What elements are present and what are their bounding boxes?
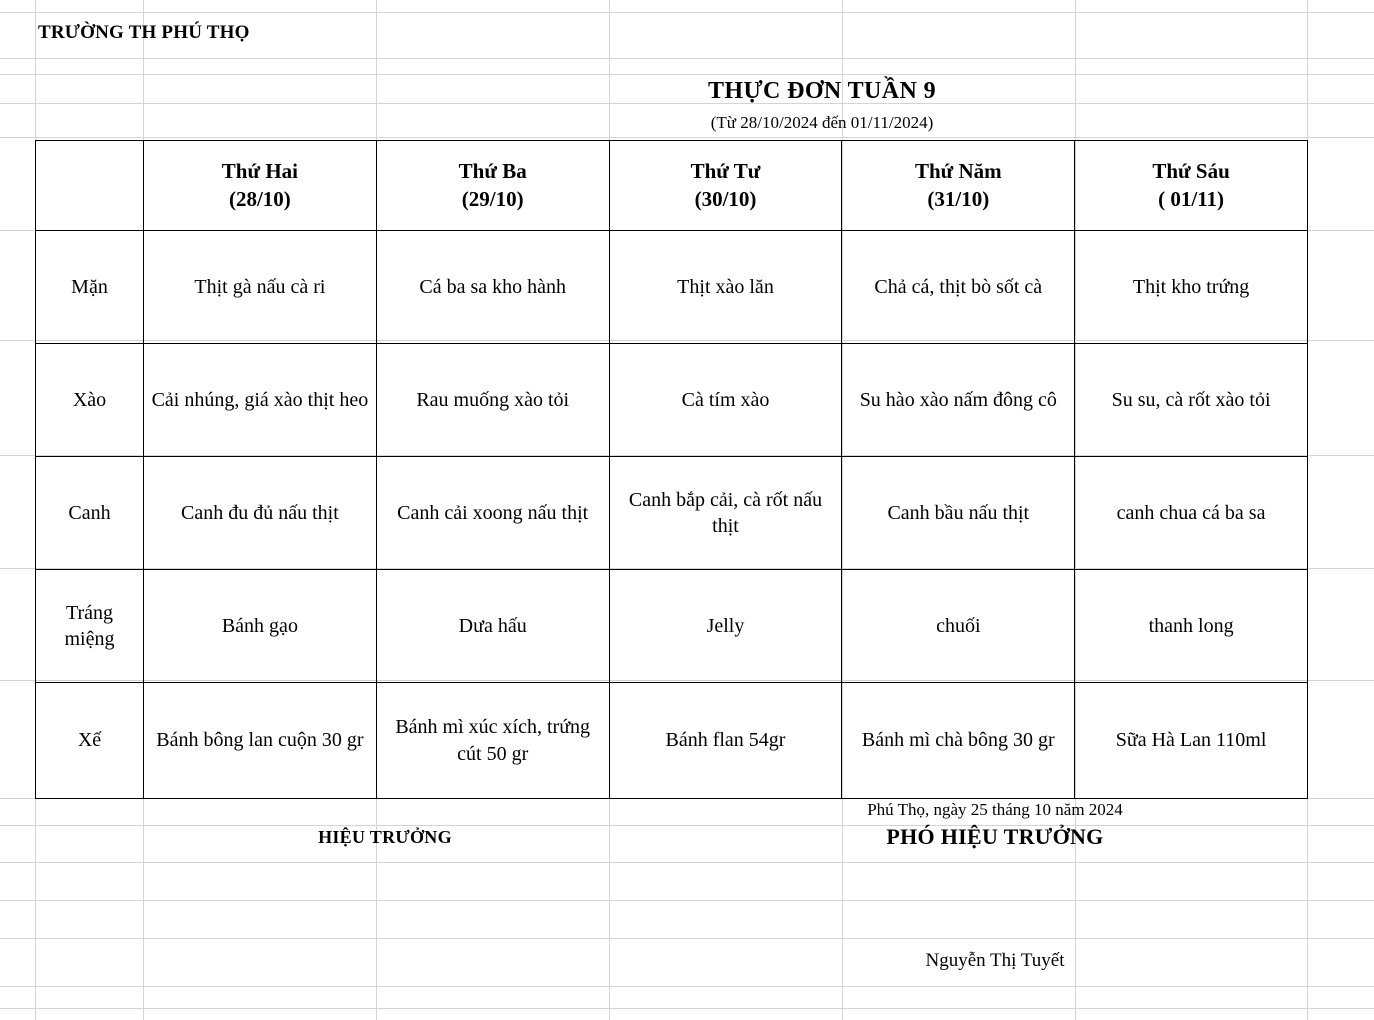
- column-header-wednesday: Thứ Tư (30/10): [608, 140, 843, 231]
- column-header-tuesday: Thứ Ba (29/10): [375, 140, 610, 231]
- menu-cell: Bánh mì chà bông 30 gr: [841, 682, 1076, 799]
- menu-cell: chuối: [841, 569, 1076, 683]
- menu-cell: Cá ba sa kho hành: [375, 230, 610, 344]
- menu-cell: Dưa hấu: [375, 569, 610, 683]
- menu-cell: Chả cá, thịt bò sốt cà: [841, 230, 1076, 344]
- vice-principal-signature-title: PHÓ HIỆU TRƯỞNG: [886, 824, 1104, 849]
- weekly-menu-table: Thứ Hai (28/10) Thứ Ba (29/10) Thứ Tư (3…: [35, 140, 1308, 799]
- signer-name-label: Nguyễn Thị Tuyết: [925, 950, 1065, 971]
- menu-cell: Sữa Hà Lan 110ml: [1074, 682, 1308, 799]
- table-row: Tráng miệng Bánh gạo Dưa hấu Jelly chuối…: [35, 569, 1308, 683]
- row-label-xe: Xế: [35, 682, 144, 799]
- principal-signature-title: HIỆU TRƯỞNG: [318, 827, 452, 847]
- menu-cell: Su su, cà rốt xào tỏi: [1074, 343, 1308, 457]
- menu-cell: Thịt xào lăn: [608, 230, 843, 344]
- column-header-date: (28/10): [228, 186, 291, 211]
- menu-cell: Cải nhúng, giá xào thịt heo: [143, 343, 377, 457]
- column-header-friday: Thứ Sáu ( 01/11): [1074, 140, 1308, 231]
- table-row: Mặn Thịt gà nấu cà ri Cá ba sa kho hành …: [35, 230, 1308, 344]
- column-header-day-name: Thứ Sáu: [1152, 158, 1230, 183]
- row-label-trang-mieng: Tráng miệng: [35, 569, 144, 683]
- menu-cell: thanh long: [1074, 569, 1308, 683]
- menu-cell: Jelly: [608, 569, 843, 683]
- row-label-man: Mặn: [35, 230, 144, 344]
- column-header-date: (29/10): [461, 186, 524, 211]
- column-header-date: ( 01/11): [1158, 186, 1225, 211]
- menu-cell: Thịt kho trứng: [1074, 230, 1308, 344]
- document-content: TRƯỜNG TH PHÚ THỌ THỰC ĐƠN TUẦN 9 (Từ 28…: [0, 0, 1374, 1020]
- menu-cell: Su hào xào nấm đông cô: [841, 343, 1076, 457]
- column-header-thursday: Thứ Năm (31/10): [841, 140, 1076, 231]
- menu-cell: Canh đu đủ nấu thịt: [143, 456, 377, 570]
- column-header-day-name: Thứ Năm: [914, 158, 1002, 183]
- column-header-monday: Thứ Hai (28/10): [143, 140, 377, 231]
- column-header-day-name: Thứ Tư: [690, 158, 761, 183]
- school-name-label: TRƯỜNG TH PHÚ THỌ: [38, 22, 250, 43]
- menu-cell: Cà tím xào: [608, 343, 843, 457]
- page-subtitle-date-range: (Từ 28/10/2024 đến 01/11/2024): [710, 113, 934, 132]
- table-header-row: Thứ Hai (28/10) Thứ Ba (29/10) Thứ Tư (3…: [35, 140, 1308, 231]
- column-header-day-name: Thứ Hai: [221, 158, 298, 183]
- menu-cell: Bánh bông lan cuộn 30 gr: [143, 682, 377, 799]
- menu-cell: canh chua cá ba sa: [1074, 456, 1308, 570]
- column-header-date: (31/10): [927, 186, 990, 211]
- menu-table-body: Mặn Thịt gà nấu cà ri Cá ba sa kho hành …: [35, 230, 1308, 799]
- menu-cell: Canh bắp cải, cà rốt nấu thịt: [608, 456, 843, 570]
- page-title: THỰC ĐƠN TUẦN 9: [707, 78, 936, 104]
- menu-table-header: Thứ Hai (28/10) Thứ Ba (29/10) Thứ Tư (3…: [35, 140, 1308, 231]
- table-row: Xế Bánh bông lan cuộn 30 gr Bánh mì xúc …: [35, 682, 1308, 799]
- menu-cell: Thịt gà nấu cà ri: [143, 230, 377, 344]
- column-header-day-name: Thứ Ba: [458, 158, 527, 183]
- column-header-date: (30/10): [694, 186, 757, 211]
- menu-cell: Bánh mì xúc xích, trứng cút 50 gr: [375, 682, 610, 799]
- place-and-date-label: Phú Thọ, ngày 25 tháng 10 năm 2024: [867, 800, 1123, 819]
- menu-cell: Canh bầu nấu thịt: [841, 456, 1076, 570]
- table-row: Xào Cải nhúng, giá xào thịt heo Rau muốn…: [35, 343, 1308, 457]
- menu-cell: Bánh flan 54gr: [608, 682, 843, 799]
- table-row: Canh Canh đu đủ nấu thịt Canh cải xoong …: [35, 456, 1308, 570]
- menu-cell: Bánh gạo: [143, 569, 377, 683]
- menu-cell: Rau muống xào tỏi: [375, 343, 610, 457]
- table-corner-cell: [35, 140, 144, 231]
- row-label-xao: Xào: [35, 343, 144, 457]
- menu-cell: Canh cải xoong nấu thịt: [375, 456, 610, 570]
- row-label-canh: Canh: [35, 456, 144, 570]
